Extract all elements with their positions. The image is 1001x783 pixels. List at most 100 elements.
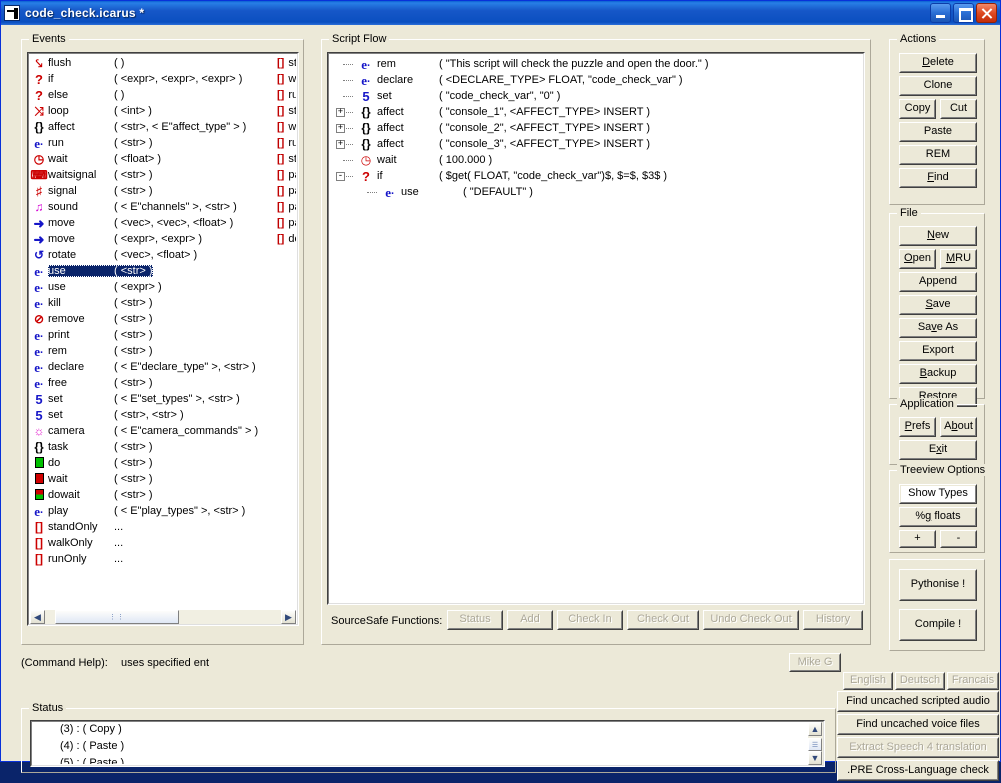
event-list-item[interactable]: ➜move ( <vec>, <vec>, <float> ) []pa bbox=[30, 215, 296, 231]
compile-button[interactable]: Compile ! bbox=[899, 609, 977, 641]
language-francais-button[interactable]: Francais bbox=[947, 672, 999, 690]
event-list-item[interactable]: ⊘ remove ( <str> ) bbox=[30, 311, 296, 327]
expander-glyph[interactable]: + bbox=[336, 124, 345, 133]
events-hscrollbar[interactable]: ◀ ▶ ⋮⋮ bbox=[30, 609, 296, 624]
cut-button[interactable]: Cut bbox=[940, 99, 977, 119]
event-list-item[interactable]: ◷ wait ( <float> ) [] st bbox=[30, 151, 296, 167]
find-button[interactable]: Find bbox=[899, 168, 977, 188]
event-list-item[interactable]: ? else ( ) [] ru bbox=[30, 87, 296, 103]
expander-glyph[interactable]: - bbox=[336, 172, 345, 181]
expander-glyph[interactable]: + bbox=[336, 108, 345, 117]
event-list-item[interactable]: ↺ rotate ( <vec>, <float> ) bbox=[30, 247, 296, 263]
flow-tree-item[interactable]: -? if ( $get( FLOAT, "code_check_var")$, $… bbox=[331, 168, 861, 184]
save-as-button[interactable]: Save As bbox=[899, 318, 977, 338]
sourcesafe-status-button[interactable]: Status bbox=[447, 610, 503, 630]
tool-extract-speech-4-translation-button[interactable]: Extract Speech 4 translation bbox=[837, 737, 999, 758]
about-button[interactable]: About bbox=[940, 417, 977, 437]
flow-tree-item[interactable]: e· rem ( "This script will check the puzzl… bbox=[331, 56, 861, 72]
event-list-item[interactable]: e· rem ( <str> ) bbox=[30, 343, 296, 359]
event-list-item[interactable]: e· declare ( < E"declare_type" >, <str> ) bbox=[30, 359, 296, 375]
append-button[interactable]: Append bbox=[899, 272, 977, 292]
clone-button[interactable]: Clone bbox=[899, 76, 977, 96]
scroll-right-button[interactable]: ▶ bbox=[281, 610, 296, 624]
decrease-button[interactable]: - bbox=[940, 530, 977, 548]
new-button[interactable]: New bbox=[899, 226, 977, 246]
event-list-item[interactable]: 5 set ( < E"set_types" >, <str> ) bbox=[30, 391, 296, 407]
event-list-item[interactable]: ⤥ flush ( ) [] st bbox=[30, 55, 296, 71]
backup-button[interactable]: Backup bbox=[899, 364, 977, 384]
user-button[interactable]: Mike G bbox=[789, 653, 841, 672]
tree-expander[interactable]: + bbox=[331, 136, 355, 152]
event-list-item[interactable]: {} task ( <str> ) bbox=[30, 439, 296, 455]
event-list-item[interactable]: e· play ( < E"play_types" >, <str> ) bbox=[30, 503, 296, 519]
event-list-item[interactable]: e· kill ( <str> ) bbox=[30, 295, 296, 311]
event-list-item[interactable]: 5 set ( <str>, <str> ) bbox=[30, 407, 296, 423]
events-listbox[interactable]: ⤥ flush( )[] st? if( <expr>, <expr>, <expr>… bbox=[27, 52, 299, 626]
sourcesafe-add-button[interactable]: Add bbox=[507, 610, 553, 630]
events-hscroll-thumb[interactable]: ⋮⋮ bbox=[55, 610, 179, 624]
event-list-item[interactable]: [] runOnly... bbox=[30, 551, 296, 567]
sourcesafe-undo-check-out-button[interactable]: Undo Check Out bbox=[703, 610, 799, 630]
event-list-item[interactable]: e· free ( <str> ) bbox=[30, 375, 296, 391]
flow-tree-item[interactable]: ◷ wait ( 100.000 ) bbox=[331, 152, 861, 168]
status-vscrollbar[interactable]: ▲ ☰ ▼ bbox=[808, 722, 823, 765]
language-english-button[interactable]: English bbox=[843, 672, 893, 690]
event-list-item[interactable]: e· use( <str> ) bbox=[30, 263, 296, 279]
close-button[interactable] bbox=[976, 3, 997, 23]
tree-expander[interactable]: - bbox=[331, 168, 355, 184]
flow-tree-item[interactable]: + {} affect ( "console_2", <AFFECT_TYPE> IN… bbox=[331, 120, 861, 136]
event-list-item[interactable]: ♯ signal ( <str> ) []pa bbox=[30, 183, 296, 199]
event-list-item[interactable]: do ( <str> ) bbox=[30, 455, 296, 471]
flow-tree-item[interactable]: + {} affect ( "console_3", <AFFECT_TYPE> IN… bbox=[331, 136, 861, 152]
tool-pre-cross-language-check-button[interactable]: .PRE Cross-Language check bbox=[837, 760, 999, 781]
tree-expander[interactable]: + bbox=[331, 104, 355, 120]
event-list-item[interactable]: ⤨ loop ( <int> ) [] st bbox=[30, 103, 296, 119]
mru-button[interactable]: MRU bbox=[940, 249, 977, 269]
scroll-left-button[interactable]: ◀ bbox=[30, 610, 45, 624]
show-types-toggle[interactable]: Show Types bbox=[899, 484, 977, 504]
event-list-item[interactable]: ➜move ( <expr>, <expr> ) []de bbox=[30, 231, 296, 247]
tool-find-uncached-voice-files-button[interactable]: Find uncached voice files bbox=[837, 714, 999, 735]
tree-expander[interactable]: + bbox=[331, 120, 355, 136]
event-list-item[interactable]: e· run ( <str> ) [] ru bbox=[30, 135, 296, 151]
copy-button[interactable]: Copy bbox=[899, 99, 936, 119]
event-list-item[interactable]: e· use ( <expr> ) bbox=[30, 279, 296, 295]
event-list-item[interactable]: ? if ( <expr>, <expr>, <expr> ) [] w bbox=[30, 71, 296, 87]
open-button[interactable]: Open bbox=[899, 249, 936, 269]
event-list-item[interactable]: [] standOnly... bbox=[30, 519, 296, 535]
flow-tree-item[interactable]: e· declare ( <DECLARE_TYPE> FLOAT, "code_c… bbox=[331, 72, 861, 88]
language-deutsch-button[interactable]: Deutsch bbox=[895, 672, 945, 690]
event-list-item[interactable]: ⌨waitsignal ( <str> ) []pa bbox=[30, 167, 296, 183]
event-list-item[interactable]: {} affect ( <str>, < E"affect_type" > ) [] w bbox=[30, 119, 296, 135]
expander-glyph[interactable]: + bbox=[336, 140, 345, 149]
delete-button[interactable]: Delete bbox=[899, 53, 977, 73]
event-list-item[interactable]: [] walkOnly... bbox=[30, 535, 296, 551]
paste-button[interactable]: Paste bbox=[899, 122, 977, 142]
save-button[interactable]: Save bbox=[899, 295, 977, 315]
flow-tree-item[interactable]: + {} affect ( "console_1", <AFFECT_TYPE> IN… bbox=[331, 104, 861, 120]
scroll-up-button[interactable]: ▲ bbox=[808, 722, 822, 736]
exit-button[interactable]: Exit bbox=[899, 440, 977, 460]
maximize-button[interactable] bbox=[953, 3, 974, 23]
script-flow-treeview[interactable]: e· rem ( "This script will check the puzzl… bbox=[327, 52, 865, 605]
rem-button[interactable]: REM bbox=[899, 145, 977, 165]
export-button[interactable]: Export bbox=[899, 341, 977, 361]
sourcesafe-check-in-button[interactable]: Check In bbox=[557, 610, 623, 630]
status-vscroll-thumb[interactable]: ☰ bbox=[808, 738, 822, 751]
event-list-item[interactable]: ♫ sound ( < E"channels" >, <str> ) []pa bbox=[30, 199, 297, 215]
tool-find-uncached-scripted-audio-button[interactable]: Find uncached scripted audio bbox=[837, 691, 999, 712]
sourcesafe-history-button[interactable]: History bbox=[803, 610, 863, 630]
status-listbox[interactable]: (3) : ( Copy ) (4) : ( Paste ) (5) : ( Pas… bbox=[30, 720, 825, 767]
event-list-item[interactable]: ☼ camera ( < E"camera_commands" > ) bbox=[30, 423, 296, 439]
event-list-item[interactable]: dowait ( <str> ) bbox=[30, 487, 296, 503]
minimize-button[interactable] bbox=[930, 3, 951, 23]
prefs-button[interactable]: Prefs bbox=[899, 417, 936, 437]
scroll-down-button[interactable]: ▼ bbox=[808, 751, 822, 765]
pythonise-button[interactable]: Pythonise ! bbox=[899, 569, 977, 601]
flow-tree-item[interactable]: e· use ( "DEFAULT" ) bbox=[355, 184, 861, 200]
event-list-item[interactable]: wait ( <str> ) bbox=[30, 471, 296, 487]
g-floats-toggle[interactable]: %g floats bbox=[899, 507, 977, 527]
flow-tree-item[interactable]: 5 set ( "code_check_var", "0" ) bbox=[331, 88, 861, 104]
event-list-item[interactable]: e· print ( <str> ) bbox=[30, 327, 296, 343]
increase-button[interactable]: + bbox=[899, 530, 936, 548]
